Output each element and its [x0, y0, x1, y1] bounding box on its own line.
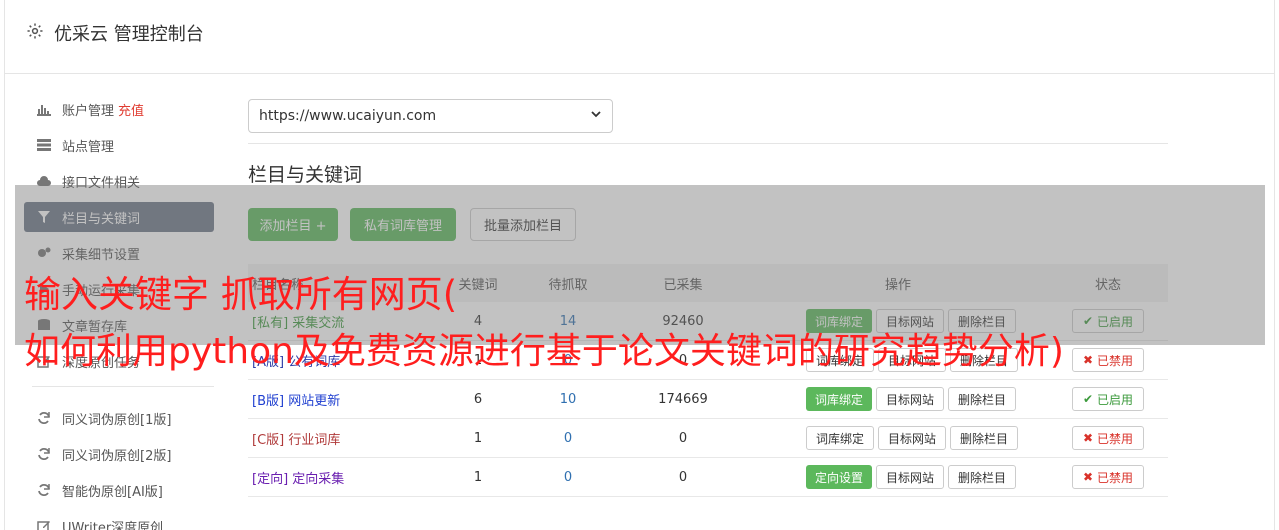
- sidebar-item-label: 智能伪原创[AI版]: [62, 484, 163, 500]
- sidebar-tool-2[interactable]: 智能伪原创[AI版]: [24, 475, 214, 505]
- status-toggle[interactable]: ✖ 已禁用: [1071, 465, 1145, 489]
- target-site-button[interactable]: 目标网站: [876, 387, 945, 411]
- table-row: [定向] 定向采集 1 0 0 定向设置 目标网站 删除栏目 ✖ 已禁用: [248, 458, 1168, 497]
- watermark-overlay: [15, 185, 1265, 345]
- column-name-cell[interactable]: [C版] 行业词库: [248, 429, 438, 448]
- refresh-icon: [36, 482, 52, 498]
- sidebar-tool-0[interactable]: 同义词伪原创[1版]: [24, 403, 214, 433]
- status-cell: ✖ 已禁用: [1048, 348, 1168, 372]
- page-title: 优采云 管理控制台: [54, 24, 204, 45]
- status-label: 已禁用: [1097, 431, 1134, 446]
- status-label: 已禁用: [1097, 353, 1134, 368]
- status-toggle[interactable]: ✔ 已启用: [1071, 387, 1145, 411]
- check-icon: ✔: [1082, 392, 1094, 406]
- collected-count: 0: [678, 469, 688, 485]
- bar-chart-icon: [36, 101, 52, 117]
- table-row: [C版] 行业词库 1 0 0 词库绑定 目标网站 删除栏目 ✖ 已禁用: [248, 419, 1168, 458]
- status-toggle[interactable]: ✖ 已禁用: [1071, 426, 1145, 450]
- pending-count[interactable]: 0: [518, 470, 618, 485]
- server-icon: [36, 137, 52, 153]
- frame-right-border: [1274, 0, 1275, 530]
- target-site-button[interactable]: 目标网站: [878, 426, 947, 450]
- close-icon: ✖: [1082, 470, 1094, 484]
- sidebar-tool-1[interactable]: 同义词伪原创[2版]: [24, 439, 214, 469]
- status-toggle[interactable]: ✖ 已禁用: [1071, 348, 1145, 372]
- status-label: 已启用: [1097, 392, 1134, 407]
- delete-column-button[interactable]: 删除栏目: [948, 387, 1017, 411]
- close-icon: ✖: [1082, 431, 1094, 445]
- bind-lexicon-button[interactable]: 词库绑定: [806, 387, 873, 411]
- recharge-link[interactable]: 充值: [118, 100, 144, 119]
- table-row: [B版] 网站更新 6 10 174669 词库绑定 目标网站 删除栏目 ✔ 已启用: [248, 380, 1168, 419]
- collected-count: 0: [678, 430, 688, 446]
- bind-lexicon-button[interactable]: 定向设置: [806, 465, 873, 489]
- delete-column-button[interactable]: 删除栏目: [948, 465, 1017, 489]
- bind-lexicon-button[interactable]: 词库绑定: [806, 426, 875, 450]
- sidebar-tool-3[interactable]: UWriter深度原创: [24, 511, 214, 530]
- status-label: 已禁用: [1097, 470, 1134, 485]
- status-cell: ✔ 已启用: [1048, 387, 1168, 411]
- section-title: 栏目与关键词: [248, 164, 363, 186]
- gear-icon: [26, 22, 44, 45]
- sidebar-item-1[interactable]: 站点管理: [24, 130, 214, 160]
- divider: [248, 143, 1168, 144]
- column-name: 网站更新: [288, 393, 341, 409]
- column-name: 定向采集: [292, 471, 345, 487]
- chevron-down-icon: [590, 108, 602, 124]
- row-actions: 词库绑定 目标网站 删除栏目: [748, 387, 1048, 411]
- close-icon: ✖: [1082, 353, 1094, 367]
- column-tag: [C版]: [252, 432, 285, 448]
- column-name: 行业词库: [288, 432, 341, 448]
- sidebar-item-label: UWriter深度原创: [62, 520, 164, 530]
- keywords-count: 1: [473, 469, 483, 485]
- collected-count: 174669: [658, 391, 708, 407]
- sidebar-item-label: 站点管理: [62, 139, 115, 155]
- column-name-cell[interactable]: [B版] 网站更新: [248, 390, 438, 409]
- target-site-button[interactable]: 目标网站: [876, 465, 945, 489]
- refresh-icon: [36, 410, 52, 426]
- refresh-icon: [36, 446, 52, 462]
- sidebar-divider: [32, 386, 214, 387]
- frame-left-border: [4, 0, 5, 530]
- pending-count[interactable]: 10: [518, 392, 618, 407]
- row-actions: 定向设置 目标网站 删除栏目: [748, 465, 1048, 489]
- brand: 优采云 管理控制台: [26, 20, 204, 46]
- column-tag: [B版]: [252, 393, 285, 409]
- sidebar-item-label: 同义词伪原创[2版]: [62, 448, 172, 464]
- column-name-cell[interactable]: [定向] 定向采集: [248, 468, 438, 487]
- status-cell: ✖ 已禁用: [1048, 465, 1168, 489]
- site-select[interactable]: https://www.ucaiyun.com: [248, 99, 613, 133]
- delete-column-button[interactable]: 删除栏目: [950, 426, 1019, 450]
- sidebar-item-label: 账户管理: [62, 103, 115, 119]
- site-select-value: https://www.ucaiyun.com: [259, 108, 437, 124]
- overlay-caption-line1: 输入关键字 抓取所有网页(: [24, 273, 458, 316]
- sidebar-item-label: 同义词伪原创[1版]: [62, 412, 172, 428]
- status-cell: ✖ 已禁用: [1048, 426, 1168, 450]
- column-tag: [定向]: [252, 471, 289, 487]
- overlay-caption-line2: 如何利用python及免费资源进行基于论文关键词的研究趋势分析): [24, 331, 1064, 372]
- sidebar-item-0[interactable]: 账户管理 充值: [24, 94, 214, 124]
- pending-count[interactable]: 0: [518, 431, 618, 446]
- keywords-count: 6: [473, 391, 483, 407]
- top-header: 优采云 管理控制台: [4, 0, 1275, 74]
- pencil-icon: [36, 518, 52, 530]
- row-actions: 词库绑定 目标网站 删除栏目: [748, 426, 1048, 450]
- keywords-count: 1: [473, 430, 483, 446]
